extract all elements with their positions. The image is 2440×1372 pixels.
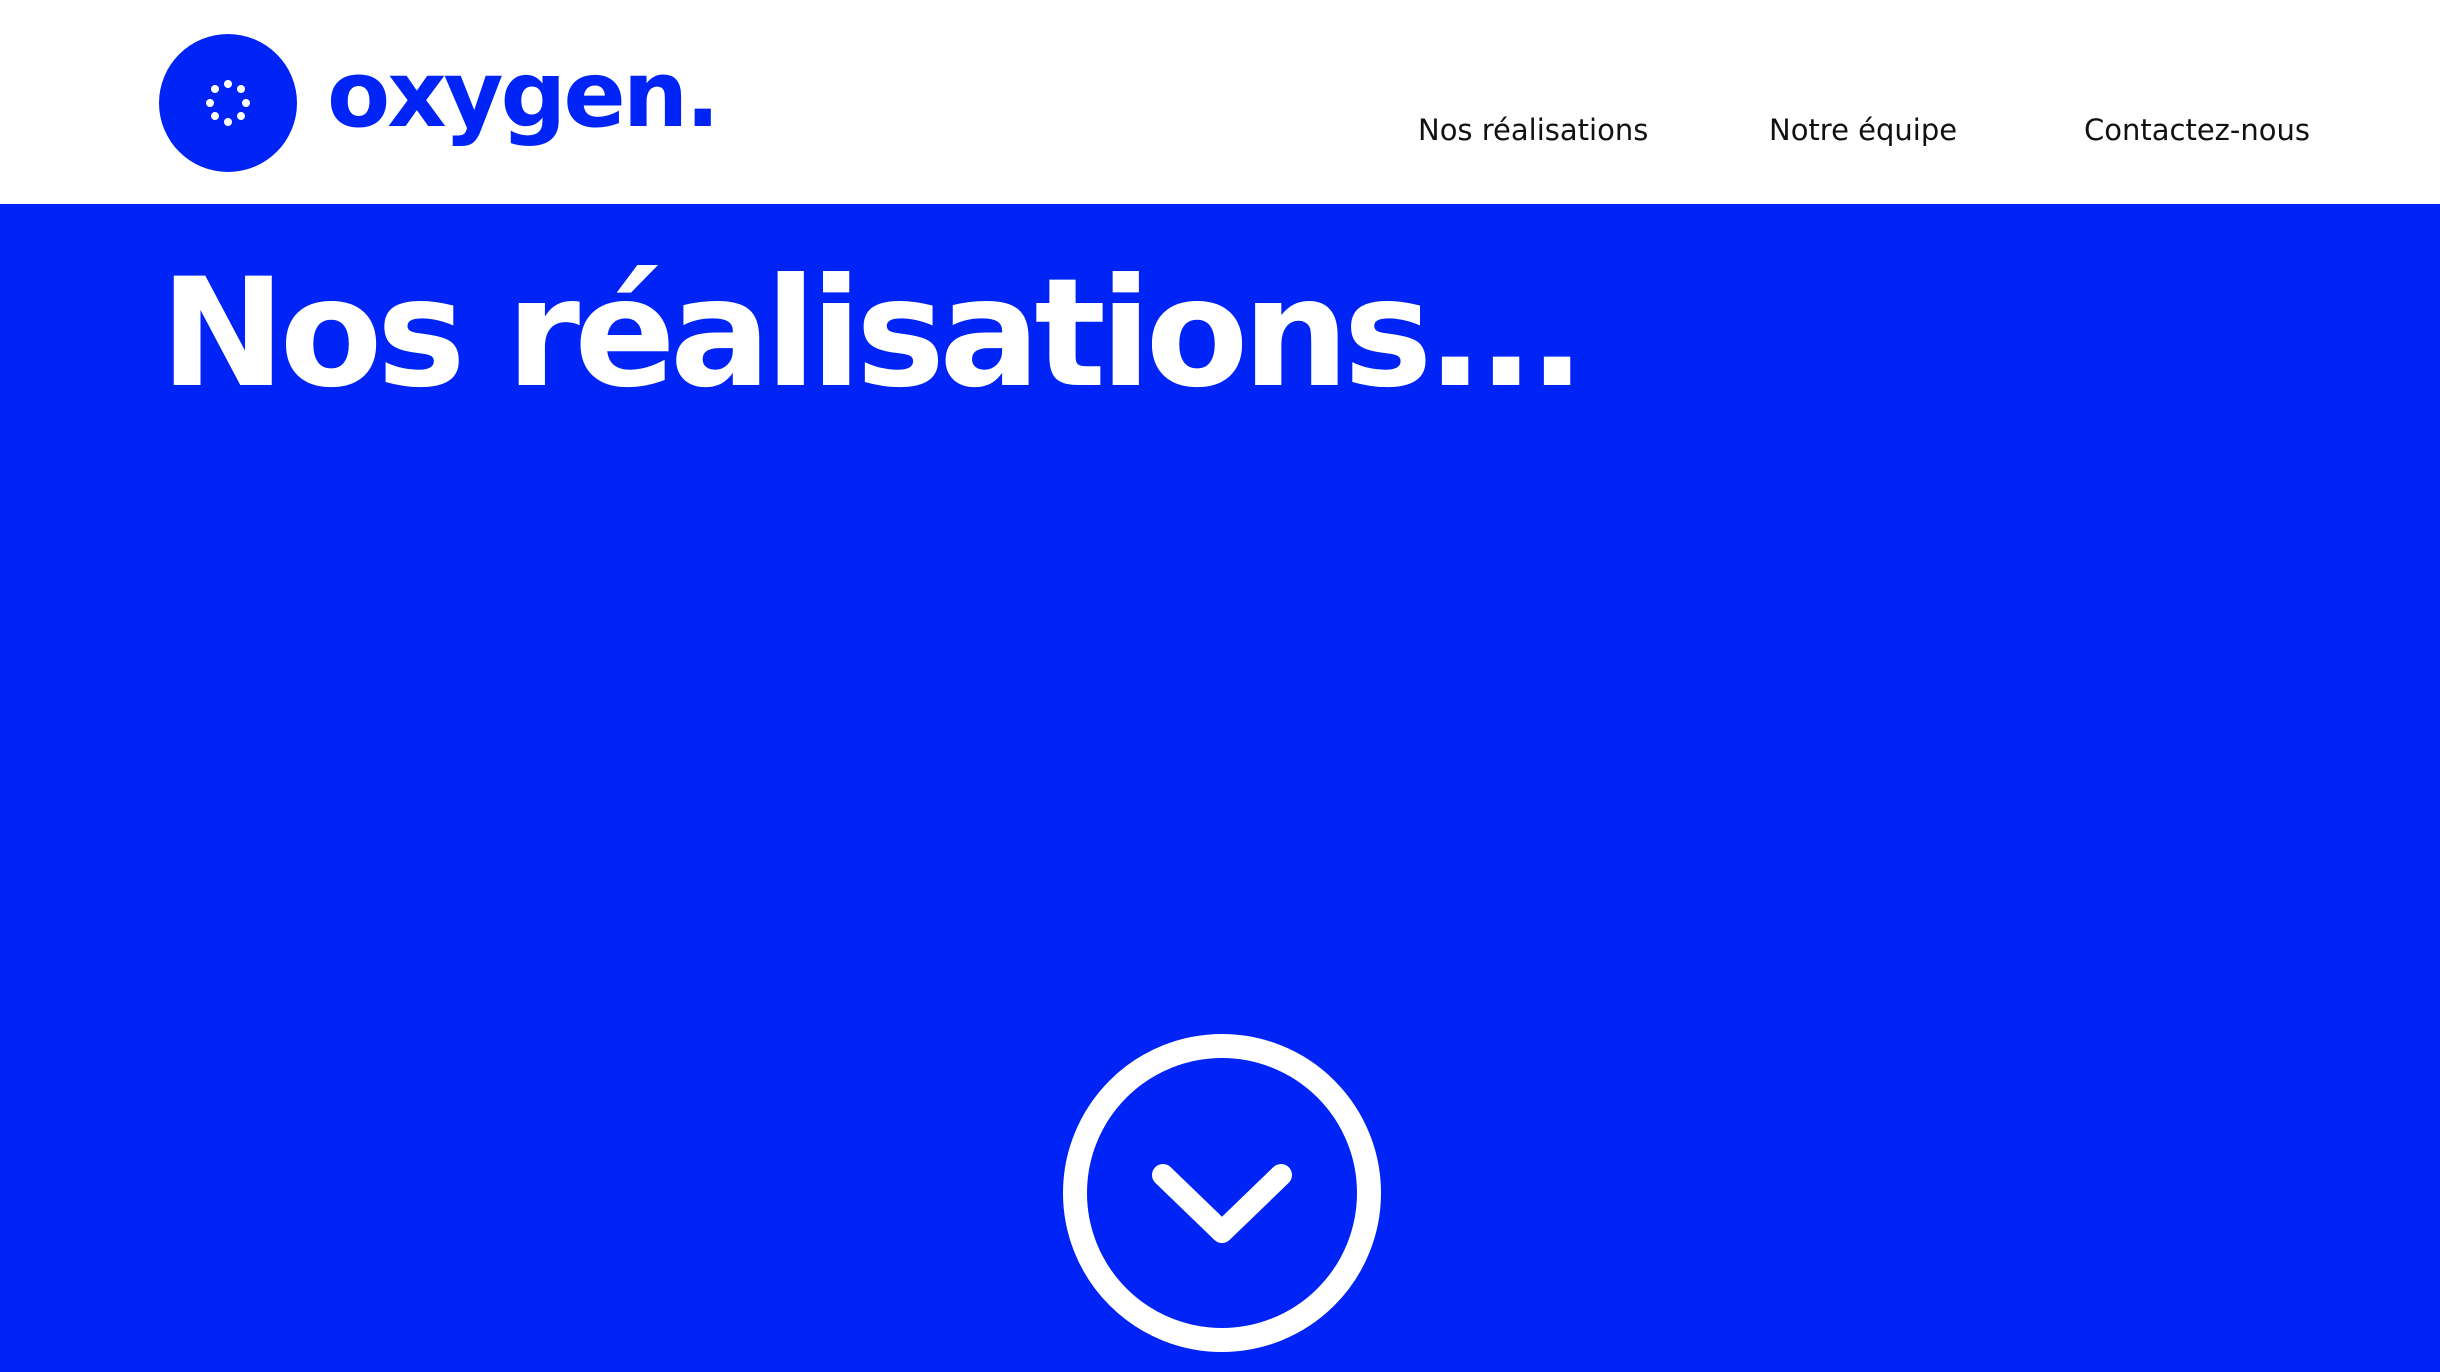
nav-link-nos-realisations[interactable]: Nos réalisations — [1418, 108, 1648, 152]
nav-link-contactez-nous[interactable]: Contactez-nous — [2084, 108, 2310, 152]
main-nav: Nos réalisations Notre équipe Contactez-… — [0, 108, 2440, 152]
chevron-down-circle-icon — [1063, 1034, 1381, 1352]
scroll-down-button[interactable] — [1061, 1032, 1383, 1354]
site-header: oxygen. Nos réalisations Notre équipe Co… — [0, 0, 2440, 204]
nav-link-notre-equipe[interactable]: Notre équipe — [1769, 108, 1957, 152]
logo-link[interactable]: oxygen. — [159, 33, 720, 173]
hero-title: Nos réalisations... — [160, 247, 1586, 421]
